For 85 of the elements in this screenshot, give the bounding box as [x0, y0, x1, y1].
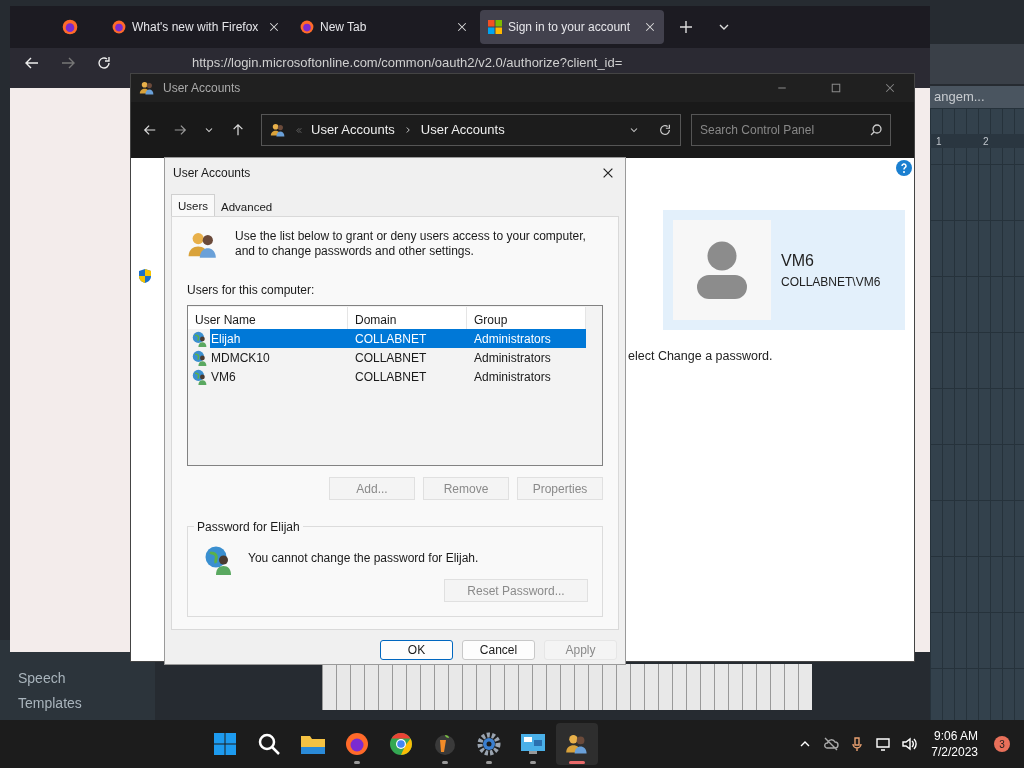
user-globe-icon	[192, 368, 208, 385]
panel-title: angem...	[934, 88, 985, 107]
help-icon[interactable]	[896, 160, 912, 176]
windows-logo-icon	[212, 732, 237, 756]
monitor-icon	[519, 732, 546, 756]
running-indicator	[529, 761, 536, 764]
fruit-icon	[432, 732, 457, 756]
url-field[interactable]: https://login.microsoftonline.com/common/oauth2/v2.0/authorize?client_id=	[192, 55, 623, 70]
back-icon[interactable]	[143, 123, 157, 137]
running-indicator	[353, 761, 360, 764]
password-message: You cannot change the password for Elijah.	[248, 550, 479, 568]
hint-text: elect Change a password.	[628, 348, 773, 365]
close-icon[interactable]	[601, 166, 615, 180]
running-indicator	[485, 761, 492, 764]
taskbar-app[interactable]	[555, 723, 598, 765]
browser-tab[interactable]: What's new with Firefox	[104, 10, 288, 44]
maximize-icon[interactable]	[830, 82, 842, 94]
user-account: COLLABNET\VM6	[781, 274, 881, 291]
dialog-button[interactable]: OK	[380, 640, 453, 660]
dialog-tab[interactable]: Advanced	[215, 196, 279, 216]
intro-text: Use the list below to grant or deny users access to your computer, and to change passwords and other settings.	[235, 229, 587, 260]
person-silhouette-icon	[697, 241, 747, 299]
windows-squares-icon	[488, 20, 502, 34]
window-title: User Accounts	[163, 80, 241, 97]
table-cell-text: Elijah	[210, 330, 242, 348]
forward-icon[interactable]	[60, 55, 76, 71]
forward-icon[interactable]	[173, 123, 187, 137]
cloud-off-icon[interactable]	[823, 736, 840, 752]
time: 9:06 AM	[933, 728, 978, 744]
breadcrumb-item[interactable]: User Accounts	[420, 120, 505, 140]
firefox-icon	[300, 20, 314, 34]
ruler-label: 1	[935, 135, 943, 148]
list-label: Users for this computer:	[187, 282, 316, 299]
firefox-icon	[112, 20, 126, 34]
user-row[interactable]: MDMCK10 COLLABNET Administrators	[188, 348, 586, 367]
running-indicator	[441, 761, 448, 764]
clock[interactable]: 9:06 AM 7/2/2023	[931, 728, 978, 760]
tab-title: What's new with Firefox	[132, 19, 260, 36]
table-cell-text: COLLABNET	[354, 349, 428, 367]
table-cell-text: Administrators	[473, 368, 552, 386]
shield-icon	[137, 268, 153, 284]
user-row[interactable]: VM6 COLLABNET Administrators	[188, 367, 586, 386]
table-cell-text: VM6	[210, 368, 237, 386]
tab-title: New Tab	[320, 19, 368, 36]
tab-title: Sign in to your account	[508, 19, 632, 36]
search-icon	[870, 124, 882, 136]
users-icon	[270, 122, 286, 138]
firefox-icon	[344, 732, 369, 756]
network-icon[interactable]	[875, 736, 892, 752]
table-cell-text: MDMCK10	[210, 349, 271, 367]
new-tab-icon[interactable]	[678, 19, 694, 35]
user-globe-icon	[192, 349, 208, 366]
dialog-title: User Accounts	[173, 165, 252, 182]
user-globe-icon	[192, 330, 208, 347]
browser-tab[interactable]: New Tab	[292, 10, 476, 44]
reload-icon[interactable]	[96, 55, 112, 71]
date: 7/2/2023	[931, 744, 978, 760]
search-icon	[256, 732, 281, 756]
back-icon[interactable]	[24, 55, 40, 71]
up-icon[interactable]	[231, 123, 245, 137]
table-cell-text: Administrators	[473, 349, 552, 367]
double-chevron-icon	[294, 125, 303, 135]
search-field[interactable]: Search Control Panel	[691, 114, 891, 146]
browser-tab[interactable]: Sign in to your account	[480, 10, 664, 44]
address-bar[interactable]: User Accounts User Accounts	[261, 114, 681, 146]
gear-icon	[476, 732, 501, 756]
browser-folder[interactable]: Templates	[18, 693, 155, 714]
table-cell-text: COLLABNET	[354, 330, 428, 348]
user-name: VM6	[781, 251, 815, 271]
users-icon	[139, 80, 155, 96]
dialog-button[interactable]: Cancel	[462, 640, 535, 660]
table-cell-text: Administrators	[473, 330, 552, 348]
ruler-label: 2	[982, 135, 990, 148]
breadcrumb-item[interactable]: User Accounts	[311, 120, 395, 140]
notification-badge[interactable]: 3	[994, 736, 1010, 752]
dialog-tab[interactable]: Users	[171, 194, 216, 216]
refresh-icon[interactable]	[658, 123, 672, 137]
table-cell-text: COLLABNET	[354, 368, 428, 386]
speaker-icon[interactable]	[901, 736, 918, 752]
users-icon	[564, 732, 589, 756]
firefox-icon	[62, 19, 78, 35]
running-indicator	[568, 761, 585, 764]
user-globe-icon	[204, 545, 234, 576]
browser-folder[interactable]: Speech	[18, 668, 155, 689]
chrome-icon	[388, 732, 413, 756]
